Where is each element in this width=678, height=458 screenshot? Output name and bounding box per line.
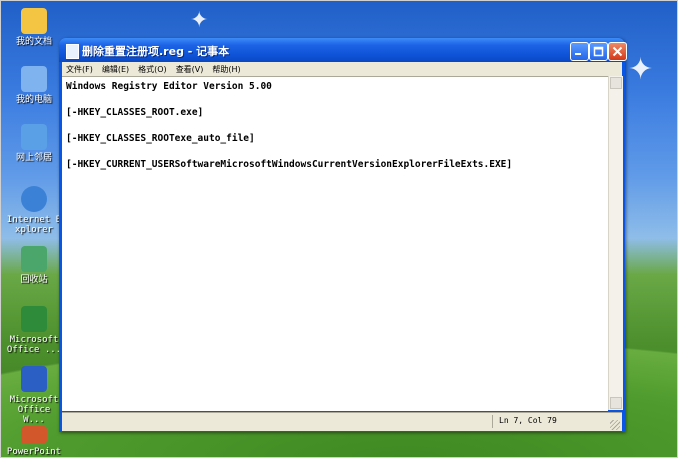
sparkle-decoration: ✦ — [190, 8, 209, 33]
network-icon — [21, 124, 47, 150]
desktop-icon-excel[interactable]: Microsoft Office ... — [6, 306, 62, 355]
computer-icon — [21, 66, 47, 92]
resize-grip-icon[interactable] — [610, 420, 620, 430]
desktop-icon-word[interactable]: Microsoft Office W... — [6, 366, 62, 425]
cursor-position: Ln 7, Col 79 — [499, 416, 557, 425]
text-editor-area[interactable]: Windows Registry Editor Version 5.00 [-H… — [62, 76, 608, 411]
desktop-icon-label: Microsoft Office ... — [6, 335, 62, 355]
desktop-icon-recycle-bin[interactable]: 回收站 — [6, 246, 62, 285]
menu-format[interactable]: 格式(O) — [138, 64, 167, 75]
word-icon — [21, 366, 47, 392]
notepad-window: 删除重置注册项.reg - 记事本 文件(F) 编辑(E) 格式(O) 查看(V… — [59, 38, 627, 432]
close-button[interactable] — [608, 42, 627, 61]
desktop-icon-my-documents[interactable]: 我的文档 — [6, 8, 62, 47]
menu-file[interactable]: 文件(F) — [66, 64, 93, 75]
desktop-icon-label: 我的文档 — [15, 37, 52, 47]
minimize-icon — [575, 53, 581, 55]
menu-help[interactable]: 帮助(H) — [212, 64, 240, 75]
sparkle-decoration: ✦ — [628, 52, 654, 87]
desktop-icon-label: PowerPoint — [6, 447, 62, 457]
text-line: [-HKEY_CURRENT_USERSoftwareMicrosoftWind… — [66, 159, 513, 170]
desktop-icon-label: 网上邻居 — [15, 153, 52, 163]
folder-icon — [21, 8, 47, 34]
text-line: Windows Registry Editor Version 5.00 — [66, 81, 272, 92]
maximize-button[interactable] — [589, 42, 608, 61]
status-bar: Ln 7, Col 79 — [62, 412, 622, 431]
menu-bar: 文件(F) 编辑(E) 格式(O) 查看(V) 帮助(H) — [62, 62, 622, 76]
desktop-icon-label: Internet Explorer — [6, 215, 62, 235]
desktop-icon-network[interactable]: 网上邻居 — [6, 124, 62, 163]
desktop-icon-my-computer[interactable]: 我的电脑 — [6, 66, 62, 105]
menu-edit[interactable]: 编辑(E) — [102, 64, 129, 75]
scroll-down-arrow-icon[interactable] — [610, 397, 622, 409]
desktop-icon-internet-explorer[interactable]: Internet Explorer — [6, 186, 62, 235]
internet-explorer-icon — [21, 186, 47, 212]
desktop-icon-label: 我的电脑 — [15, 95, 52, 105]
desktop-icon-label: 回收站 — [20, 275, 48, 285]
desktop-icon-powerpoint[interactable]: PowerPoint — [6, 426, 62, 457]
menu-view[interactable]: 查看(V) — [176, 64, 204, 75]
powerpoint-icon — [21, 426, 47, 444]
vertical-scrollbar[interactable] — [608, 76, 623, 410]
maximize-icon — [593, 46, 604, 57]
excel-icon — [21, 306, 47, 332]
desktop-icon-label: Microsoft Office W... — [9, 395, 59, 425]
scroll-up-arrow-icon[interactable] — [610, 77, 622, 89]
text-line: [-HKEY_CLASSES_ROOT.exe] — [66, 107, 204, 118]
text-line: [-HKEY_CLASSES_ROOTexe_auto_file] — [66, 133, 255, 144]
notepad-icon — [66, 44, 79, 59]
minimize-button[interactable] — [570, 42, 589, 61]
window-title: 删除重置注册项.reg - 记事本 — [82, 45, 230, 58]
recycle-bin-icon — [21, 246, 47, 272]
status-cell: Ln 7, Col 79 — [492, 415, 618, 428]
close-icon — [612, 46, 623, 57]
title-bar[interactable]: 删除重置注册项.reg - 记事本 — [59, 38, 627, 62]
